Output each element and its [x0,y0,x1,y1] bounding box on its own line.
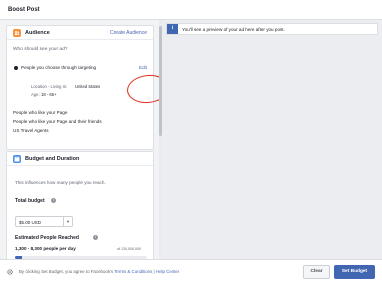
audience-title: Audience [25,30,50,36]
info-icon: i [167,24,178,34]
location-label: Location - Living In: [31,84,68,89]
dialog-footer: By clicking Set Budget, you agree to Fac… [0,259,382,284]
estimated-reach-max: of 130,000,000 [117,247,141,251]
audience-card: Audience Create Audience Who should see … [6,25,161,150]
set-budget-button[interactable]: Set Budget [334,265,375,279]
total-budget-value: $5.00 USD [19,220,42,225]
gear-icon[interactable] [7,269,13,275]
edit-highlight-annotation [125,72,161,106]
option-likes-label[interactable]: People who like your Page [13,110,67,115]
total-budget-label: Total budget [15,198,45,204]
estimated-reach-info-icon[interactable]: i [93,235,98,240]
estimated-reach-value: 1,300 - 8,300 people per day [15,246,76,251]
budget-subtitle: This influences how many people you reac… [15,180,106,185]
option-targeting-label: People you choose through targeting [21,65,97,70]
preview-notice: i You'll see a preview of your ad here a… [166,23,378,35]
budget-title: Budget and Duration [25,156,80,162]
legal-separator: | [153,269,155,274]
preview-notice-text: You'll see a preview of your ad here aft… [182,27,285,32]
audience-question: Who should see your ad? [13,47,68,52]
budget-icon [13,155,21,163]
clear-button[interactable]: Clear [303,265,330,279]
audience-card-header: Audience Create Audience [7,26,153,40]
dialog-title: Boost Post [8,7,40,13]
terms-link[interactable]: Terms & Conditions [114,269,152,274]
audience-icon [13,29,21,37]
total-budget-select[interactable]: $5.00 USD ▼ [15,216,73,227]
age-value: 18 - 65+ [41,92,57,97]
option-likes-friends-label[interactable]: People who like your Page and their frie… [13,119,102,124]
total-budget-info-icon[interactable]: i [51,198,56,203]
option-travel-agents-label[interactable]: US Travel Agents [13,128,49,133]
boost-post-dialog: Boost Post Audience Create Audience Who … [0,0,382,284]
help-center-link[interactable]: Help Center [156,269,179,274]
estimated-reach-label: Estimated People Reached [15,235,79,241]
budget-card-header: Budget and Duration [7,152,153,166]
settings-panel: Audience Create Audience Who should see … [0,20,161,260]
preview-panel: i You'll see a preview of your ad here a… [162,20,382,260]
radio-targeting[interactable] [14,66,18,70]
edit-targeting-link[interactable]: Edit [139,65,147,70]
location-value: United States [75,84,101,89]
footer-legal: By clicking Set Budget, you agree to Fac… [19,269,179,274]
chevron-down-icon: ▼ [63,217,72,226]
dialog-header: Boost Post [0,0,382,20]
create-audience-link[interactable]: Create Audience [110,30,147,36]
legal-prefix: By clicking Set Budget, you agree to Fac… [19,269,114,274]
budget-card: Budget and Duration This influences how … [6,151,154,260]
age-label: Age: [31,92,40,97]
